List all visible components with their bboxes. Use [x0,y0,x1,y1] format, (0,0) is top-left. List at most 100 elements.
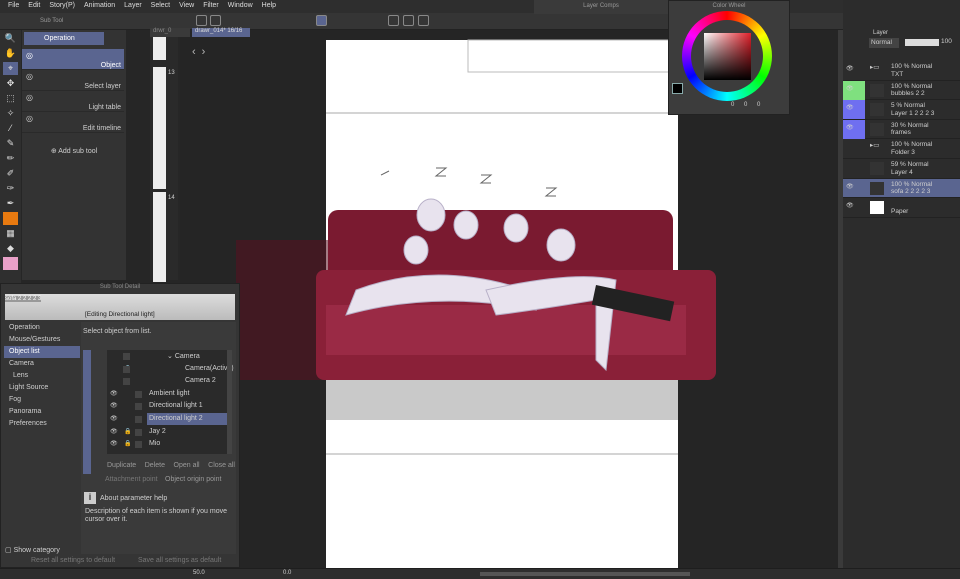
chevron-down-icon[interactable]: ⌄ [167,353,175,360]
close-all-button[interactable]: Close all [208,462,235,469]
sub-tool-item[interactable]: ◎ Select layer [22,70,124,91]
category-item[interactable]: Object list [4,346,80,358]
eye-icon[interactable]: 👁 [846,105,854,113]
airbrush-icon[interactable]: ✑ [3,182,18,195]
canvas-page[interactable] [236,39,716,571]
eye-icon[interactable]: 👁 [846,203,854,211]
menu-file[interactable]: File [6,0,26,13]
eye-icon[interactable]: 👁 [846,66,854,74]
opacity-slider[interactable] [905,39,939,46]
layer-row[interactable]: 👁 100 % Normal bubbles 2 2 [843,80,960,101]
eraser-icon[interactable]: ◆ [3,242,18,255]
menu-help[interactable]: Help [260,0,283,13]
sub-tool-group-operation[interactable]: Operation [24,32,104,45]
lock-icon[interactable]: 🔒 [124,428,131,435]
zoom-value[interactable]: 50.0 [193,570,205,576]
visibility-checkbox[interactable] [135,390,142,398]
menu-edit[interactable]: Edit [26,0,47,13]
visibility-checkbox[interactable] [135,441,142,449]
layer-row[interactable]: 👁 30 % Normal frames [843,119,960,140]
pen-icon[interactable]: ✎ [3,137,18,150]
menu-animation[interactable]: Animation [82,0,122,13]
object-row[interactable]: 👁 Directional light 2 [107,412,227,426]
object-row[interactable]: 👁 🔒 Jay 2 [107,426,227,439]
menu-select[interactable]: Select [149,0,177,13]
frame-tool-icon[interactable]: ▦ [3,227,18,240]
snap-icon[interactable] [316,15,327,26]
object-row[interactable]: 👁 Ambient light [107,388,227,401]
decoration-icon[interactable]: ✒ [3,197,18,210]
hand-tool-icon[interactable]: ✋ [3,47,18,60]
layer-row[interactable]: 👁 Paper [843,198,960,218]
visibility-checkbox[interactable] [123,353,130,360]
saturation-value-square[interactable] [704,33,751,80]
page-thumbnail[interactable] [153,67,166,189]
category-item[interactable]: Panorama [4,406,80,418]
object-row[interactable]: 🔒Camera(Active) [107,363,234,376]
main-color-swatch[interactable] [672,83,683,94]
layer-row[interactable]: 👁 100 % Normal sofa 2 2 2 2 3 [843,178,960,199]
layer-row[interactable]: 59 % Normal Layer 4 [843,159,960,179]
visibility-checkbox[interactable] [123,365,130,373]
redo-icon[interactable] [210,15,221,26]
layer-row[interactable]: 👁 5 % Normal Layer 1 2 2 2 3 [843,100,960,120]
pencil-icon[interactable]: ✏ [3,152,18,165]
reset-default-button[interactable]: Reset all settings to default [31,557,115,564]
category-item[interactable]: Light Source [4,382,80,394]
hue-ring[interactable] [682,11,772,101]
eye-icon[interactable]: 👁 [846,184,854,192]
new-file-icon[interactable] [388,15,399,26]
show-category-checkbox[interactable]: ▢ Show category [5,546,60,554]
category-item[interactable]: Operation [4,322,80,334]
eye-icon[interactable]: 👁 [846,86,854,94]
category-item[interactable]: Camera [4,358,80,370]
auto-select-icon[interactable]: ✧ [3,107,18,120]
move-tool-icon[interactable]: ✥ [3,77,18,90]
angle-value[interactable]: 0.0 [283,570,291,576]
eye-icon[interactable]: 👁 [110,390,118,397]
open-all-button[interactable]: Open all [174,462,200,469]
open-file-icon[interactable] [403,15,414,26]
menu-layer[interactable]: Layer [122,0,149,13]
add-sub-tool-button[interactable]: ⊕ Add sub tool [22,147,126,155]
category-item[interactable]: Lens [4,370,80,382]
brush-icon[interactable]: ✐ [3,167,18,180]
operation-tool-icon[interactable]: ⌖ [3,62,18,75]
category-item[interactable]: Fog [4,394,80,406]
visibility-checkbox[interactable] [135,428,142,436]
menu-storyp[interactable]: Story(P) [47,0,82,13]
menu-window[interactable]: Window [226,0,260,13]
object-row[interactable]: Camera 2 [107,375,227,388]
save-default-button[interactable]: Save all settings as default [138,557,221,564]
duplicate-button[interactable]: Duplicate [107,462,136,469]
visibility-checkbox[interactable] [135,415,142,423]
menu-view[interactable]: View [177,0,201,13]
category-item[interactable]: Mouse/Gestures [4,334,80,346]
object-list-scroll[interactable] [83,350,91,474]
layer-row[interactable]: ▸▭ 100 % Normal Folder 3 [843,139,960,159]
eye-icon[interactable]: 👁 [110,428,118,435]
eye-icon[interactable]: 👁 [110,415,118,422]
menu-filter[interactable]: Filter [201,0,226,13]
attachment-point-select[interactable]: Object origin point [165,476,221,483]
selection-tool-icon[interactable]: ⬚ [3,92,18,105]
sub-tool-item[interactable]: ◎ Light table [22,91,124,112]
eyedropper-icon[interactable]: ⁄ [3,122,18,135]
delete-button[interactable]: Delete [145,462,165,469]
eye-icon[interactable]: 👁 [110,440,118,447]
visibility-checkbox[interactable] [135,403,142,411]
opacity-value[interactable]: 100 [941,38,952,45]
lock-icon[interactable]: 🔒 [124,440,131,447]
object-row[interactable]: 👁 Directional light 1 [107,400,227,413]
eye-icon[interactable]: 👁 [110,402,118,409]
object-row[interactable]: ⌄ Camera [107,350,227,363]
layer-row[interactable]: 👁 ▸▭ 100 % Normal TXT [843,61,960,81]
color-icon[interactable] [3,257,18,270]
object-list-scrollbar[interactable] [227,350,232,454]
page-thumbnail[interactable] [153,192,166,282]
save-icon[interactable] [418,15,429,26]
fill-tool-icon[interactable] [3,212,18,225]
object-row[interactable]: 👁 🔒 Mio [107,438,227,451]
horizontal-scrollbar[interactable] [480,572,690,576]
eye-icon[interactable]: 👁 [846,125,854,133]
